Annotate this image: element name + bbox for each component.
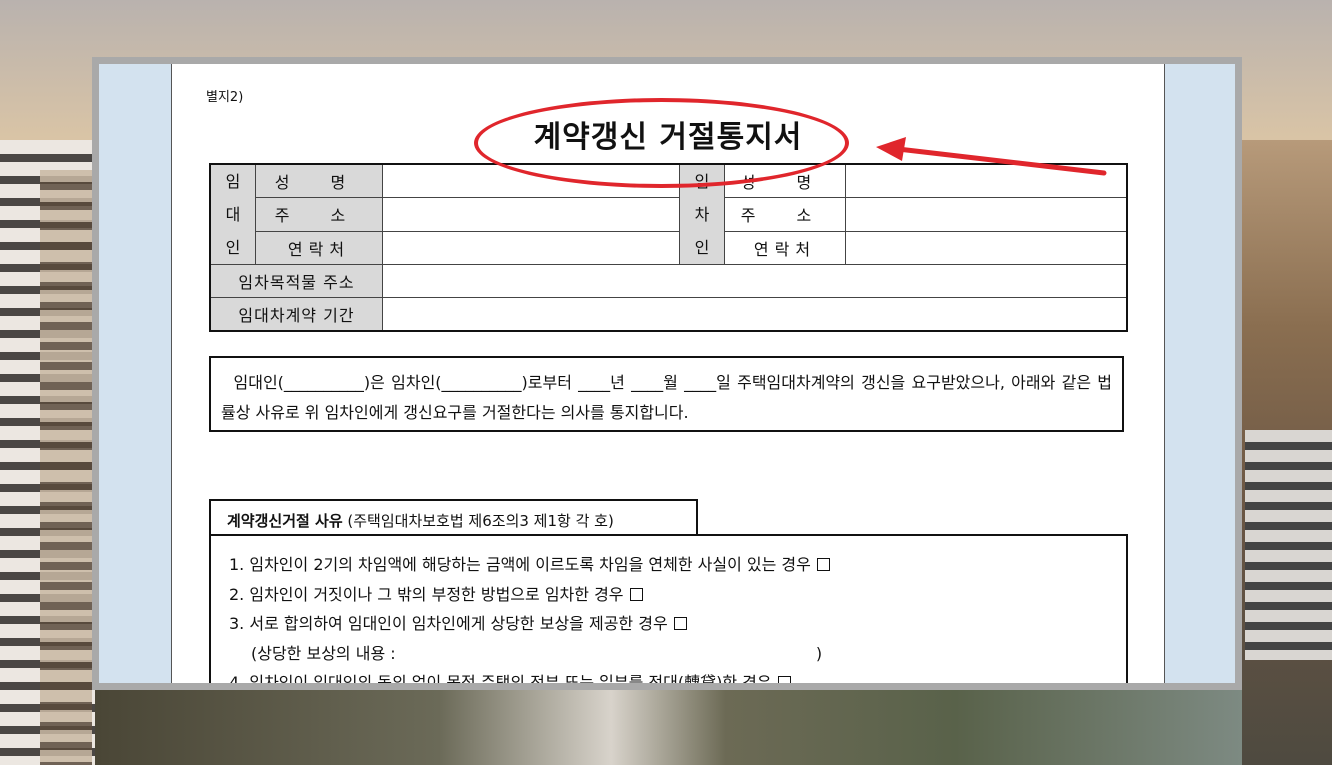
party-info-table: 임 대 인 성 명 임 차 인 성 명 주 소 주 소 연락처 연락처 임차목적… — [209, 163, 1128, 332]
reason-checkbox[interactable] — [777, 676, 791, 683]
reason-text: 4. 임차인이 임대인의 동의 없이 목적 주택의 전부 또는 일부를 전대(轉… — [229, 673, 772, 683]
background-building-right — [1245, 430, 1332, 660]
landlord-char-3: 인 — [225, 238, 241, 257]
annex-label: 별지2) — [206, 90, 244, 105]
reason-checkbox[interactable] — [673, 617, 687, 630]
reason-item: 1. 임차인이 2기의 차임액에 해당하는 금액에 이르도록 차임을 연체한 사… — [229, 550, 1126, 580]
reasons-header-sub: (주택임대차보호법 제6조의3 제1항 각 호) — [347, 512, 614, 530]
compensation-close: ) — [815, 643, 823, 663]
notice-text: 임대인(__________)은 임차인(__________)로부터 ____… — [221, 373, 1113, 422]
property-address-field[interactable] — [382, 264, 1128, 298]
tenant-contact-field[interactable] — [845, 230, 1128, 266]
landlord-address-label: 주 소 — [255, 197, 383, 232]
reason-item: 2. 임차인이 거짓이나 그 밖의 부정한 방법으로 임차한 경우 — [229, 580, 1126, 610]
lease-period-field[interactable] — [382, 297, 1128, 332]
landlord-contact-field[interactable] — [382, 230, 680, 266]
red-arrow-icon — [876, 137, 1107, 176]
property-address-label: 임차목적물 주소 — [209, 264, 383, 298]
title-highlight-circle — [474, 98, 849, 188]
landlord-group-label: 임 대 인 — [209, 163, 256, 265]
background-street-bottom — [95, 688, 1242, 765]
lease-period-label: 임대차계약 기간 — [209, 297, 383, 332]
reasons-header: 계약갱신거절 사유 (주택임대차보호법 제6조의3 제1항 각 호) — [209, 499, 698, 534]
compensation-line: (상당한 보상의 내용 : ) — [229, 639, 1126, 669]
tenant-contact-label: 연락처 — [724, 230, 846, 266]
tenant-address-field[interactable] — [845, 197, 1128, 232]
reason-text: 3. 서로 합의하여 임대인이 임차인에게 상당한 보상을 제공한 경우 — [229, 614, 668, 633]
reason-text: 2. 임차인이 거짓이나 그 밖의 부정한 방법으로 임차한 경우 — [229, 584, 624, 604]
landlord-char-1: 임 — [225, 172, 241, 191]
tenant-char-2: 차 — [694, 205, 710, 224]
reasons-header-title: 계약갱신거절 사유 — [227, 512, 343, 530]
tenant-address-label: 주 소 — [724, 197, 846, 232]
reason-checkbox[interactable] — [629, 587, 643, 601]
landlord-address-field[interactable] — [382, 197, 680, 232]
landlord-name-label: 성 명 — [255, 163, 383, 199]
compensation-label: (상당한 보상의 내용 : — [251, 643, 396, 663]
reason-checkbox[interactable] — [816, 558, 830, 571]
reasons-list: 1. 임차인이 2기의 차임액에 해당하는 금액에 이르도록 차임을 연체한 사… — [209, 534, 1128, 683]
background-building-left-2 — [40, 170, 92, 765]
landlord-contact-label: 연락처 — [255, 230, 383, 266]
reason-item: 4. 임차인이 임대인의 동의 없이 목적 주택의 전부 또는 일부를 전대(轉… — [229, 668, 1126, 683]
landlord-char-2: 대 — [225, 205, 241, 224]
reason-text: 1. 임차인이 2기의 차임액에 해당하는 금액에 이르도록 차임을 연체한 사… — [229, 555, 811, 574]
reason-item: 3. 서로 합의하여 임대인이 임차인에게 상당한 보상을 제공한 경우 — [229, 609, 1126, 639]
tenant-char-3: 인 — [694, 238, 710, 257]
notice-paragraph: 임대인(__________)은 임차인(__________)로부터 ____… — [209, 356, 1124, 432]
